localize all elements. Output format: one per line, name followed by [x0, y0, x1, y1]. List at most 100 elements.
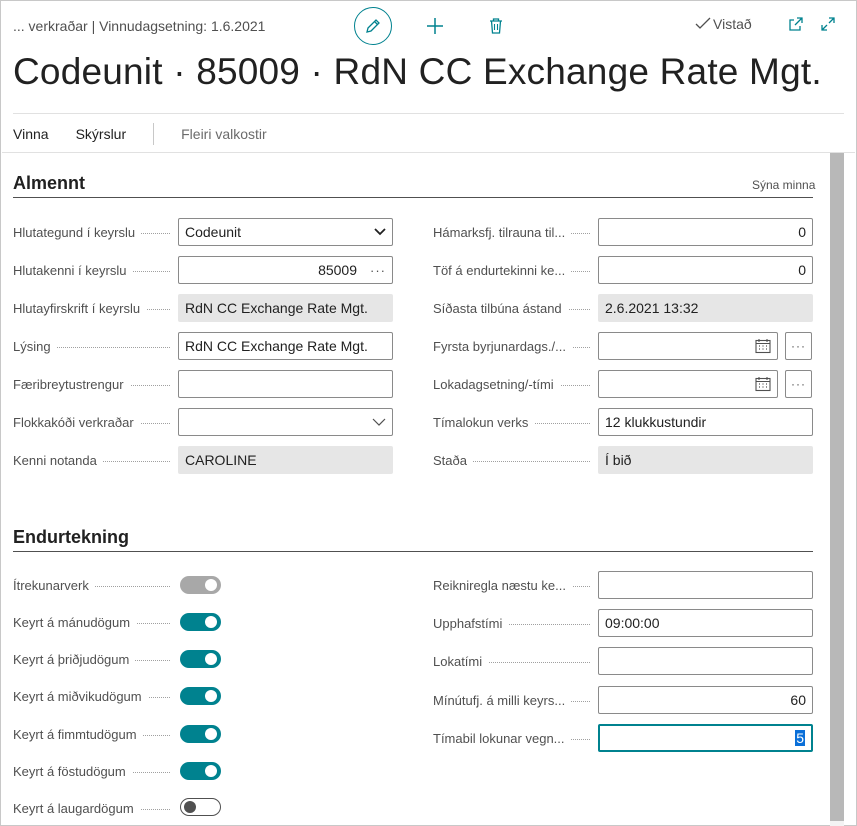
field-label: Hámarksfj. tilrauna til... [433, 224, 598, 240]
inactivity-timeout-input[interactable]: 5 [598, 724, 813, 752]
field-row-run-friday: Keyrt á föstudögum [13, 756, 178, 786]
open-new-window-button[interactable] [788, 16, 804, 37]
trash-icon [490, 18, 502, 34]
next-run-formula-input[interactable] [598, 571, 813, 599]
edit-button[interactable] [354, 7, 392, 45]
lookup-ellipsis-icon[interactable]: ··· [370, 263, 386, 278]
expiration-input[interactable] [598, 370, 778, 398]
field-label: Lýsing [13, 338, 178, 354]
field-row-object-caption: Hlutayfirskrift í keyrslu [13, 293, 178, 323]
field-row-run-saturday: Keyrt á laugardögum [13, 793, 178, 823]
run-tuesday-toggle[interactable] [180, 650, 221, 668]
field-label: Tímalokun verks [433, 414, 598, 430]
pencil-icon [366, 19, 380, 33]
scrollbar-thumb[interactable] [830, 153, 844, 821]
open-in-new-icon [789, 17, 803, 31]
field-row-run-tuesday: Keyrt á þriðjudögum [13, 644, 178, 674]
field-label: Reikniregla næstu ke... [433, 577, 598, 593]
minutes-between-runs-input[interactable]: 60 [598, 686, 813, 714]
calendar-icon[interactable] [755, 338, 771, 354]
field-row-end-time: Lokatími [433, 646, 598, 676]
run-thursday-toggle[interactable] [180, 725, 221, 743]
field-row-run-monday: Keyrt á mánudögum [13, 607, 178, 637]
toggle-knob [205, 765, 217, 777]
object-id-value: 85009 [318, 262, 357, 278]
field-row-start-time: Upphafstími [433, 608, 598, 638]
field-label: Keyrt á miðvikudögum [13, 688, 178, 704]
menu-item-more-options[interactable]: Fleiri valkostir [181, 126, 267, 142]
field-row-inactivity-timeout: Tímabil lokunar vegn... [433, 723, 598, 753]
object-id-input[interactable]: 85009 ··· [178, 256, 393, 284]
max-attempts-input[interactable]: 0 [598, 218, 813, 246]
field-row-object-id: Hlutakenni í keyrslu [13, 255, 178, 285]
field-label: Hlutategund í keyrslu [13, 224, 178, 240]
title-divider [13, 113, 844, 114]
toggle-knob [205, 653, 217, 665]
page-title: Codeunit · 85009 · RdN CC Exchange Rate … [13, 51, 822, 92]
field-label: Keyrt á föstudögum [13, 763, 178, 779]
job-timeout-input[interactable]: 12 klukkustundir [598, 408, 813, 436]
field-row-run-wednesday: Keyrt á miðvikudögum [13, 681, 178, 711]
expand-icon [821, 17, 835, 31]
inactivity-timeout-value: 5 [795, 730, 805, 746]
field-label: Keyrt á laugardögum [13, 800, 178, 816]
chevron-down-icon [374, 228, 386, 236]
field-row-recurring-job: Ítrekunarverk [13, 570, 178, 600]
action-menu: Vinna Skýrslur Fleiri valkostir [13, 123, 267, 145]
ellipsis-icon: ··· [791, 339, 806, 353]
field-row-parameter-string: Færibreytustrengur [13, 369, 178, 399]
delete-button[interactable] [484, 14, 508, 38]
run-wednesday-toggle[interactable] [180, 687, 221, 705]
breadcrumb[interactable]: ... verkraðar | Vinnudagsetning: 1.6.202… [13, 18, 265, 34]
description-input[interactable]: RdN CC Exchange Rate Mgt. [178, 332, 393, 360]
calendar-icon[interactable] [755, 376, 771, 392]
field-row-job-timeout: Tímalokun verks [433, 407, 598, 437]
field-row-category-code: Flokkakóði verkraðar [13, 407, 178, 437]
menu-item-reports[interactable]: Skýrslur [76, 126, 127, 142]
rerun-delay-input[interactable]: 0 [598, 256, 813, 284]
field-label: Keyrt á mánudögum [13, 614, 178, 630]
field-label: Keyrt á fimmtudögum [13, 726, 178, 742]
saved-status-label: Vistað [713, 16, 752, 32]
new-button[interactable] [423, 14, 447, 38]
field-row-max-attempts: Hámarksfj. tilrauna til... [433, 217, 598, 247]
object-type-select[interactable]: Codeunit [178, 218, 393, 246]
section-divider-general [13, 197, 813, 198]
ellipsis-icon: ··· [791, 377, 806, 391]
section-title-general[interactable]: Almennt [13, 173, 85, 194]
object-caption-field: RdN CC Exchange Rate Mgt. [178, 294, 393, 322]
field-label: Fyrsta byrjunardags./... [433, 338, 598, 354]
field-label: Tímabil lokunar vegn... [433, 730, 598, 746]
top-actions [354, 7, 508, 45]
recurring-job-toggle[interactable] [180, 576, 221, 594]
expand-button[interactable] [820, 16, 836, 37]
plus-icon [427, 18, 443, 34]
start-time-input[interactable]: 09:00:00 [598, 609, 813, 637]
run-monday-toggle[interactable] [180, 613, 221, 631]
field-row-user-id: Kenni notanda [13, 445, 178, 475]
run-saturday-toggle[interactable] [180, 798, 221, 816]
field-row-earliest-start: Fyrsta byrjunardags./... [433, 331, 598, 361]
parameter-string-input[interactable] [178, 370, 393, 398]
field-label: Keyrt á þriðjudögum [13, 651, 178, 667]
section-title-recurrence[interactable]: Endurtekning [13, 527, 129, 548]
user-id-field: CAROLINE [178, 446, 393, 474]
earliest-start-lookup-button[interactable]: ··· [785, 332, 812, 360]
expiration-lookup-button[interactable]: ··· [785, 370, 812, 398]
field-row-last-ready-state: Síðasta tilbúna ástand [433, 293, 598, 323]
earliest-start-input[interactable] [598, 332, 778, 360]
field-label: Flokkakóði verkraðar [13, 414, 178, 430]
field-label: Ítrekunarverk [13, 577, 178, 593]
menu-item-process[interactable]: Vinna [13, 126, 49, 142]
end-time-input[interactable] [598, 647, 813, 675]
show-less-link[interactable]: Sýna minna [752, 178, 815, 192]
status-field: Í bið [598, 446, 813, 474]
toggle-knob [205, 728, 217, 740]
page-frame: ... verkraðar | Vinnudagsetning: 1.6.202… [0, 0, 857, 826]
field-row-description: Lýsing [13, 331, 178, 361]
field-row-run-thursday: Keyrt á fimmtudögum [13, 719, 178, 749]
category-code-dropdown[interactable] [178, 408, 393, 436]
field-label: Kenni notanda [13, 452, 178, 468]
run-friday-toggle[interactable] [180, 762, 221, 780]
field-label: Færibreytustrengur [13, 376, 178, 392]
